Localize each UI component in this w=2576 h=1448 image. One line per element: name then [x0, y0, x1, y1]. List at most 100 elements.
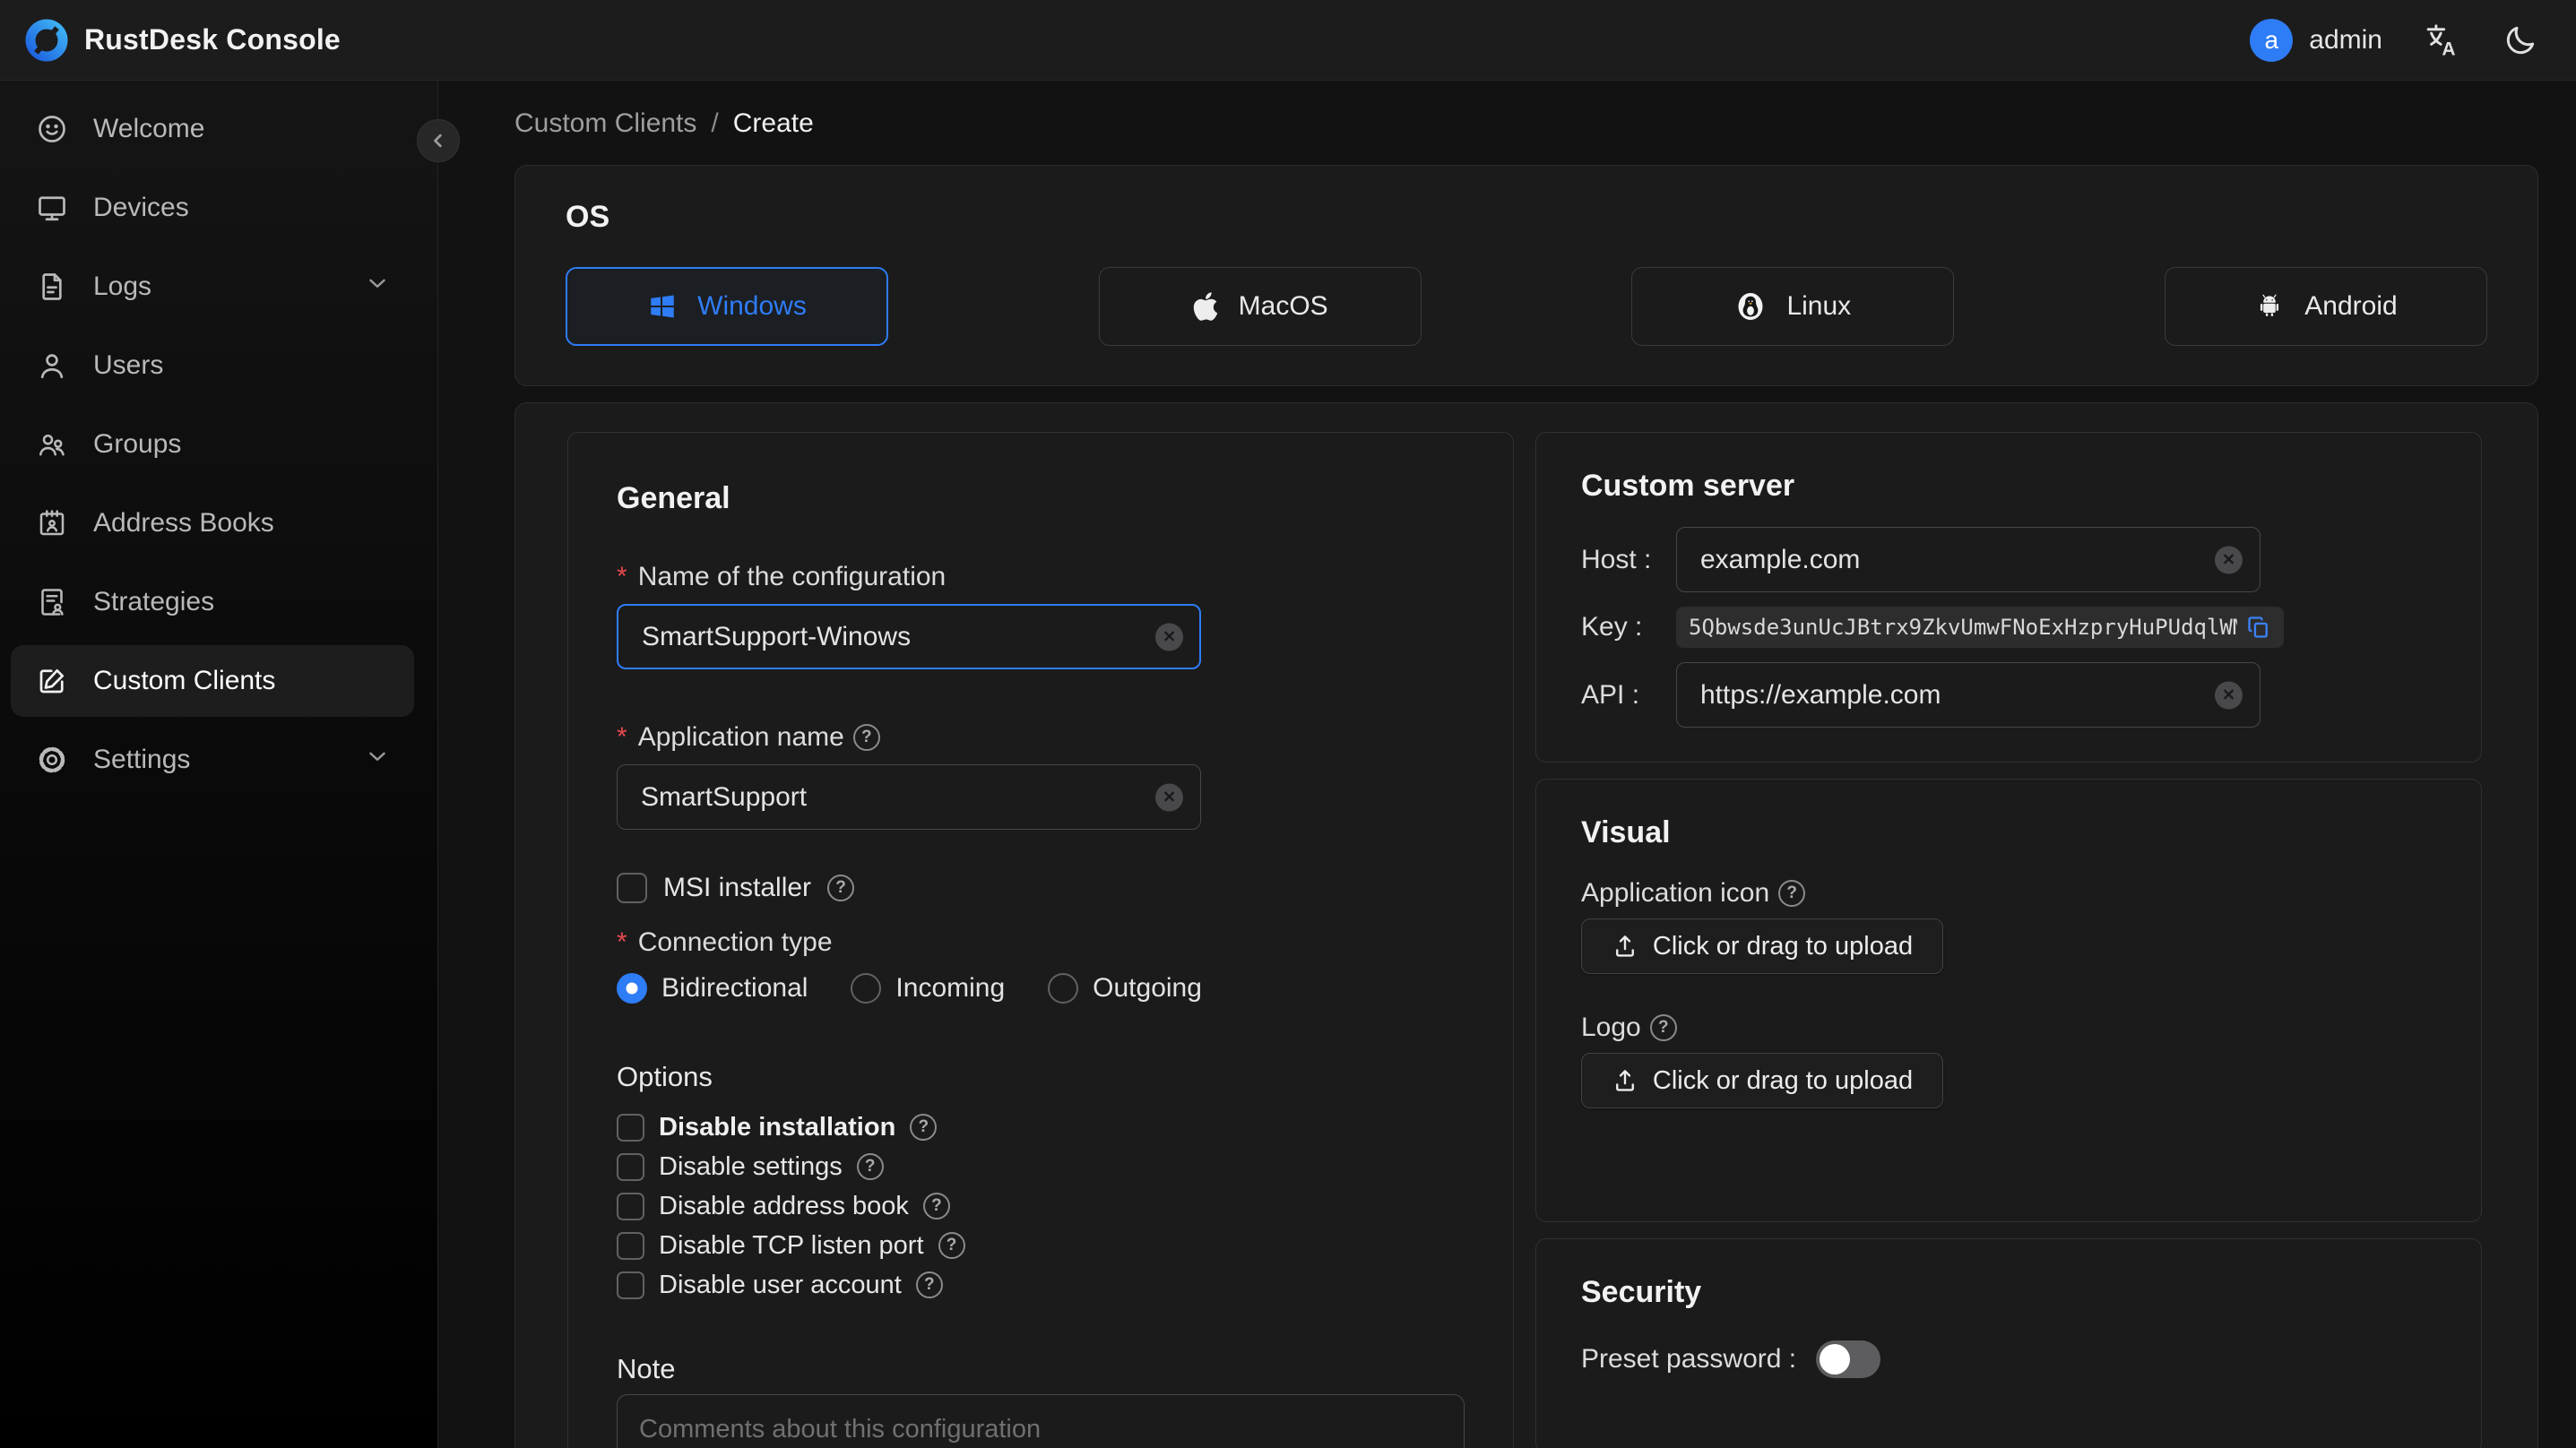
radio-icon[interactable]	[1048, 973, 1079, 1004]
clear-icon[interactable]: ✕	[1155, 623, 1183, 651]
avatar[interactable]: a	[2250, 18, 2294, 62]
connection-type-label: * Connection type	[617, 927, 833, 957]
chevron-down-icon	[364, 270, 391, 304]
sidebar-item-users[interactable]: Users	[11, 330, 414, 401]
upload-icon	[1615, 935, 1634, 957]
help-icon[interactable]: ?	[915, 1271, 943, 1298]
radio-outgoing[interactable]: Outgoing	[1048, 973, 1202, 1004]
option-disable-user-account: Disable user account ?	[617, 1265, 1465, 1305]
breadcrumb-parent[interactable]: Custom Clients	[514, 108, 696, 139]
visual-section: Visual Application icon ? Click or drag …	[1535, 779, 2482, 1222]
options-list: Disable installation ? Disable settings …	[617, 1108, 1465, 1305]
sidebar-item-settings[interactable]: Settings	[11, 724, 414, 796]
clear-icon[interactable]: ✕	[1155, 783, 1183, 811]
sidebar-item-label: Custom Clients	[93, 666, 276, 695]
os-card: OS Windows MacOS Linux Android	[514, 165, 2538, 386]
application-name-field: ✕	[617, 764, 1201, 830]
note-label: Note	[617, 1353, 676, 1384]
api-input[interactable]	[1676, 662, 2260, 728]
help-icon[interactable]: ?	[910, 1114, 938, 1141]
application-icon-label: Application icon ?	[1581, 875, 2436, 911]
sidebar-item-label: Devices	[93, 193, 189, 222]
sidebar-item-label: Groups	[93, 429, 182, 459]
logo-label: Logo ?	[1581, 1010, 2436, 1046]
application-name-label: * Application name ?	[617, 720, 1465, 755]
disable-user-account-checkbox[interactable]	[617, 1271, 644, 1299]
copy-icon[interactable]	[2244, 613, 2273, 642]
app-title: RustDesk Console	[84, 23, 341, 56]
sidebar-item-strategies[interactable]: Strategies	[11, 566, 414, 638]
address-book-icon	[36, 507, 68, 539]
windows-icon	[651, 295, 674, 318]
host-input[interactable]	[1676, 527, 2260, 592]
configuration-card: General * Name of the configuration ✕ * …	[514, 402, 2538, 1448]
sidebar-item-address-books[interactable]: Address Books	[11, 487, 414, 559]
security-section: Security Preset password :	[1535, 1238, 2482, 1448]
radio-incoming[interactable]: Incoming	[851, 973, 1005, 1004]
sidebar-item-custom-clients[interactable]: Custom Clients	[11, 645, 414, 717]
os-button-macos[interactable]: MacOS	[1098, 267, 1422, 346]
note-textarea[interactable]	[617, 1394, 1465, 1448]
visual-title: Visual	[1581, 815, 1671, 849]
upload-icon	[1615, 1070, 1634, 1091]
radio-icon[interactable]	[617, 973, 647, 1004]
header-right: a admin A	[2250, 18, 2540, 62]
help-icon[interactable]: ?	[1649, 1014, 1677, 1041]
application-icon-upload-button[interactable]: Click or drag to upload	[1581, 918, 1943, 974]
required-marker: *	[617, 722, 627, 752]
upload-label: Click or drag to upload	[1652, 931, 1914, 961]
logo-upload-button[interactable]: Click or drag to upload	[1581, 1053, 1943, 1108]
disable-tcp-listen-port-checkbox[interactable]	[617, 1231, 644, 1260]
required-marker: *	[617, 927, 627, 957]
msi-installer-checkbox[interactable]	[617, 873, 647, 903]
breadcrumb: Custom Clients / Create	[514, 104, 2538, 143]
config-name-input[interactable]	[617, 604, 1201, 669]
svg-text:A: A	[2442, 39, 2455, 58]
msi-installer-row: MSI installer ?	[617, 873, 1465, 903]
help-icon[interactable]: ?	[827, 875, 855, 901]
sidebar-collapse-button[interactable]	[417, 119, 460, 162]
key-value: 5Qbwsde3unUcJBtrx9ZkvUmwFNoExHzpryHuPUdq…	[1689, 615, 2237, 640]
clear-icon[interactable]: ✕	[2215, 546, 2243, 573]
sidebar-item-logs[interactable]: Logs	[11, 251, 414, 323]
sidebar-item-welcome[interactable]: Welcome	[11, 93, 414, 165]
help-icon[interactable]: ?	[938, 1232, 965, 1259]
help-icon[interactable]: ?	[852, 724, 880, 751]
msi-installer-label: MSI installer	[663, 873, 812, 902]
help-icon[interactable]: ?	[922, 1193, 950, 1220]
theme-toggle-icon[interactable]	[2501, 21, 2540, 60]
apple-icon	[1193, 292, 1217, 321]
main-content: Custom Clients / Create OS Windows MacOS	[438, 0, 2576, 1448]
os-button-windows[interactable]: Windows	[566, 267, 888, 346]
rustdesk-logo-icon	[25, 19, 68, 61]
radio-bidirectional[interactable]: Bidirectional	[617, 973, 808, 1004]
upload-label: Click or drag to upload	[1652, 1065, 1914, 1095]
key-row: Key : 5Qbwsde3unUcJBtrx9ZkvUmwFNoExHzpry…	[1581, 607, 2436, 648]
os-button-linux[interactable]: Linux	[1631, 267, 1955, 346]
connection-type-options: Bidirectional Incoming Outgoing	[617, 973, 1465, 1004]
language-icon[interactable]: A	[2422, 21, 2461, 60]
sidebar-item-devices[interactable]: Devices	[11, 172, 414, 244]
key-field: 5Qbwsde3unUcJBtrx9ZkvUmwFNoExHzpryHuPUdq…	[1676, 607, 2284, 648]
os-button-android[interactable]: Android	[2164, 267, 2487, 346]
api-row: API : ✕	[1581, 662, 2436, 728]
help-icon[interactable]: ?	[856, 1153, 884, 1180]
application-name-input[interactable]	[617, 764, 1201, 830]
user-menu[interactable]: a admin	[2250, 18, 2382, 62]
preset-password-toggle[interactable]	[1816, 1340, 1881, 1378]
preset-password-row: Preset password :	[1581, 1340, 2436, 1378]
sidebar-item-groups[interactable]: Groups	[11, 409, 414, 480]
document-icon	[36, 271, 68, 303]
clear-icon[interactable]: ✕	[2215, 681, 2243, 709]
option-disable-tcp-listen-port: Disable TCP listen port ?	[617, 1226, 1465, 1265]
sidebar-item-label: Settings	[93, 745, 191, 774]
general-section: General * Name of the configuration ✕ * …	[567, 432, 1514, 1448]
disable-installation-checkbox[interactable]	[617, 1113, 644, 1142]
sidebar-item-label: Users	[93, 350, 164, 380]
app-header: RustDesk Console a admin A	[0, 0, 2576, 81]
disable-address-book-checkbox[interactable]	[617, 1192, 644, 1220]
disable-settings-checkbox[interactable]	[617, 1152, 644, 1181]
help-icon[interactable]: ?	[1778, 880, 1806, 907]
brand: RustDesk Console	[25, 19, 341, 62]
radio-icon[interactable]	[851, 973, 882, 1004]
